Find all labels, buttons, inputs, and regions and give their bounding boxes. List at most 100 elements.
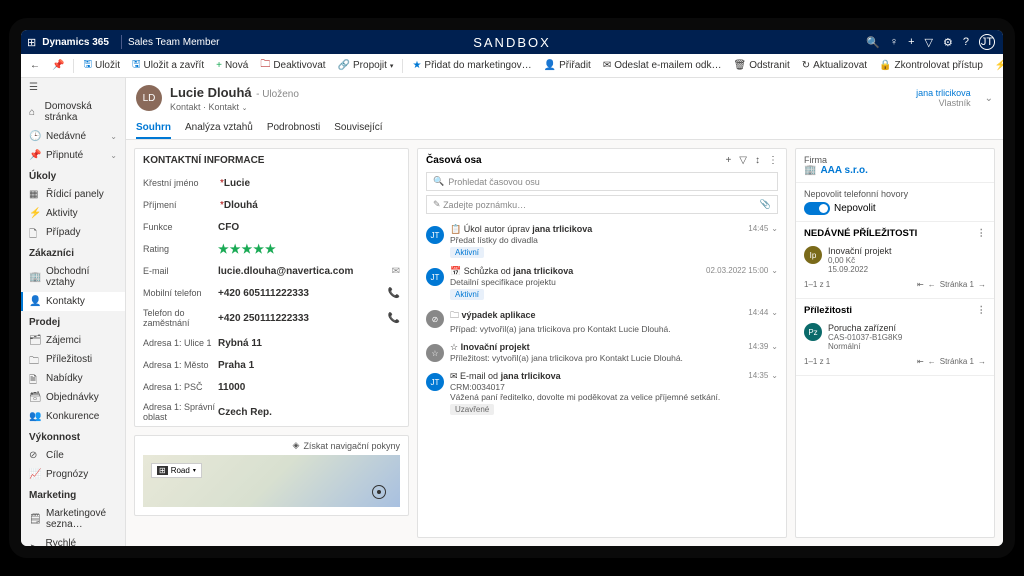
map-style-dropdown[interactable]: ⊞Road▾ bbox=[151, 463, 202, 478]
gear-icon[interactable]: ⚙ bbox=[943, 36, 953, 49]
new-button[interactable]: +Nová bbox=[211, 58, 253, 73]
locate-me-icon[interactable] bbox=[372, 485, 386, 499]
chevron-down-icon[interactable]: ⌄ bbox=[771, 266, 778, 275]
tab-summary[interactable]: Souhrn bbox=[136, 118, 171, 139]
app-name[interactable]: Sales Team Member bbox=[128, 37, 220, 48]
nav-cases[interactable]: 🗋Případy bbox=[21, 223, 125, 242]
email-link-button[interactable]: ✉Odeslat e-mailem odk… bbox=[598, 58, 727, 73]
street-field[interactable]: Rybná 11 bbox=[218, 338, 400, 349]
opportunity-item[interactable]: Ip Inovační projekt 0,00 Kč 15.09.2022 bbox=[804, 243, 986, 277]
tab-related[interactable]: Související bbox=[334, 118, 382, 139]
check-access-button[interactable]: 🔒Zkontrolovat přístup bbox=[874, 58, 988, 73]
zip-field[interactable]: 11000 bbox=[218, 382, 400, 393]
add-marketing-button[interactable]: ★Přidat do marketingov… bbox=[407, 58, 536, 73]
nav-pinned[interactable]: 📌Připnuté⌄ bbox=[21, 146, 125, 165]
timeline-item[interactable]: JT 📅 Schůzka od jana trlicikova Detailní… bbox=[418, 262, 786, 304]
nav-leads[interactable]: 🗂Zájemci bbox=[21, 331, 125, 350]
call-icon[interactable]: 📞 bbox=[388, 313, 400, 324]
nav-forecasts[interactable]: 📈Prognózy bbox=[21, 465, 125, 484]
nav-quotes[interactable]: 🗎Nabídky bbox=[21, 369, 125, 388]
email-action-icon[interactable]: ✉ bbox=[392, 266, 400, 277]
filter-icon[interactable]: ▽ bbox=[739, 155, 747, 166]
recent-opp-title: NEDÁVNÉ PŘÍLEŽITOSTI bbox=[804, 228, 917, 239]
delete-button[interactable]: 🗑Odstranit bbox=[728, 58, 794, 73]
help-icon[interactable]: ? bbox=[963, 36, 969, 48]
email-field[interactable]: lucie.dlouha@navertica.com bbox=[218, 266, 392, 277]
record-owner[interactable]: jana trlicikova Vlastník bbox=[916, 88, 971, 108]
assign-sequence-button[interactable]: ⚡Přiřadit sekvenci bbox=[990, 58, 1015, 73]
timeline-item[interactable]: JT ✉ E-mail od jana trlicikova CRM:00340… bbox=[418, 367, 786, 419]
country-field[interactable]: Czech Rep. bbox=[218, 407, 400, 418]
first-page-icon[interactable]: ⇤ bbox=[917, 280, 924, 289]
map-canvas[interactable]: ⊞Road▾ bbox=[143, 455, 400, 507]
city-field[interactable]: Praha 1 bbox=[218, 360, 400, 371]
call-icon[interactable]: 📞 bbox=[388, 288, 400, 299]
chevron-down-icon[interactable]: ⌄ bbox=[985, 93, 993, 104]
nav-dashboards[interactable]: ▦Řídicí panely bbox=[21, 185, 125, 204]
plus-icon[interactable]: + bbox=[908, 36, 914, 48]
phone-block-toggle[interactable]: Nepovolit bbox=[804, 202, 986, 215]
filter-icon[interactable]: ▽ bbox=[925, 36, 933, 49]
chevron-down-icon[interactable]: ⌄ bbox=[771, 371, 778, 380]
attachment-icon[interactable]: 📎 bbox=[760, 199, 771, 210]
nav-orders[interactable]: 🗃Objednávky bbox=[21, 388, 125, 407]
timeline-item[interactable]: JT 📋 Úkol autor úprav jana trlicikova Př… bbox=[418, 220, 786, 262]
refresh-button[interactable]: ↻Aktualizovat bbox=[797, 58, 872, 73]
assign-button[interactable]: 👤Přiřadit bbox=[539, 58, 596, 73]
nav-recent[interactable]: 🕒Nedávné⌄ bbox=[21, 127, 125, 146]
get-directions-button[interactable]: Získat navigační pokyny bbox=[303, 441, 400, 451]
nav-marketing-lists[interactable]: 🗒Marketingové sezna… bbox=[21, 504, 125, 534]
prev-page-icon[interactable]: ← bbox=[928, 357, 936, 366]
timeline-item[interactable]: ⊘ 🗀 výpadek aplikace Případ: vytvořil(a)… bbox=[418, 304, 786, 338]
nav-home[interactable]: ⌂Domovská stránka bbox=[21, 97, 125, 127]
nav-quick-campaigns[interactable]: ⚑Rychlé kampaně bbox=[21, 534, 125, 546]
rating-field[interactable]: ★★★★★ bbox=[218, 242, 400, 256]
save-close-button[interactable]: 🖫Uložit a zavřít bbox=[127, 55, 209, 76]
next-page-icon[interactable]: → bbox=[978, 280, 986, 289]
last-name-field[interactable]: Dlouhá bbox=[224, 200, 400, 211]
timeline-item[interactable]: ☆ ☆ Inovační projekt Příležitost: vytvoř… bbox=[418, 338, 786, 367]
tab-relations[interactable]: Analýza vztahů bbox=[185, 118, 253, 139]
lightbulb-icon[interactable]: ♀ bbox=[890, 36, 898, 48]
chevron-down-icon[interactable]: ⌄ bbox=[771, 224, 778, 233]
app-launcher-icon[interactable]: ⊞ bbox=[27, 36, 36, 49]
deactivate-button[interactable]: 🗀Deaktivovat bbox=[255, 55, 330, 76]
save-button[interactable]: 🖫Uložit bbox=[78, 55, 125, 76]
brand-name[interactable]: Dynamics 365 bbox=[42, 37, 109, 48]
nav-goals[interactable]: ⊘Cíle bbox=[21, 446, 125, 465]
tab-details[interactable]: Podrobnosti bbox=[267, 118, 320, 139]
timeline-search[interactable]: 🔍Prohledat časovou osu bbox=[426, 172, 778, 191]
chevron-down-icon[interactable]: ⌄ bbox=[771, 342, 778, 351]
nav-competitors[interactable]: 👥Konkurence bbox=[21, 407, 125, 426]
nav-activities[interactable]: ⚡Aktivity bbox=[21, 204, 125, 223]
user-avatar[interactable]: JT bbox=[979, 34, 995, 50]
more-icon[interactable]: ⋮ bbox=[977, 228, 987, 239]
nav-section-marketing: Marketing bbox=[21, 484, 125, 504]
sort-icon[interactable]: ↕ bbox=[755, 155, 760, 166]
chevron-down-icon[interactable]: ⌄ bbox=[771, 308, 778, 317]
more-icon[interactable]: ⋮ bbox=[768, 155, 778, 166]
pin-button[interactable]: 📌 bbox=[47, 58, 69, 73]
side-panel: Firma 🏢AAA s.r.o. Nepovolit telefonní ho… bbox=[795, 148, 995, 538]
case-item[interactable]: Pz Porucha zařízení CAS-01037-B1G8K9 Nor… bbox=[804, 320, 986, 354]
nav-section-sales: Prodej bbox=[21, 311, 125, 331]
more-icon[interactable]: ⋮ bbox=[977, 305, 987, 316]
next-page-icon[interactable]: → bbox=[978, 357, 986, 366]
connect-button[interactable]: 🔗Propojit▾ bbox=[333, 58, 399, 73]
first-name-field[interactable]: Lucie bbox=[224, 178, 400, 189]
nav-accounts[interactable]: 🏢Obchodní vztahy bbox=[21, 262, 125, 292]
firma-link[interactable]: 🏢AAA s.r.o. bbox=[804, 165, 986, 176]
nav-opportunities[interactable]: 🗀Příležitosti bbox=[21, 350, 125, 369]
back-button[interactable]: ← bbox=[25, 58, 45, 73]
prev-page-icon[interactable]: ← bbox=[928, 280, 936, 289]
nav-hamburger[interactable]: ☰ bbox=[21, 78, 125, 97]
add-activity-icon[interactable]: + bbox=[725, 155, 731, 166]
job-title-field[interactable]: CFO bbox=[218, 222, 400, 233]
first-page-icon[interactable]: ⇤ bbox=[917, 357, 924, 366]
timeline-note-input[interactable]: ✎ Zadejte poznámku…📎 bbox=[426, 195, 778, 214]
nav-section-customers: Zákazníci bbox=[21, 242, 125, 262]
nav-contacts[interactable]: 👤Kontakty bbox=[21, 292, 125, 311]
mobile-field[interactable]: +420 605111222333 bbox=[218, 288, 388, 299]
search-icon[interactable]: 🔍 bbox=[866, 36, 880, 49]
work-phone-field[interactable]: +420 250111222333 bbox=[218, 313, 388, 324]
